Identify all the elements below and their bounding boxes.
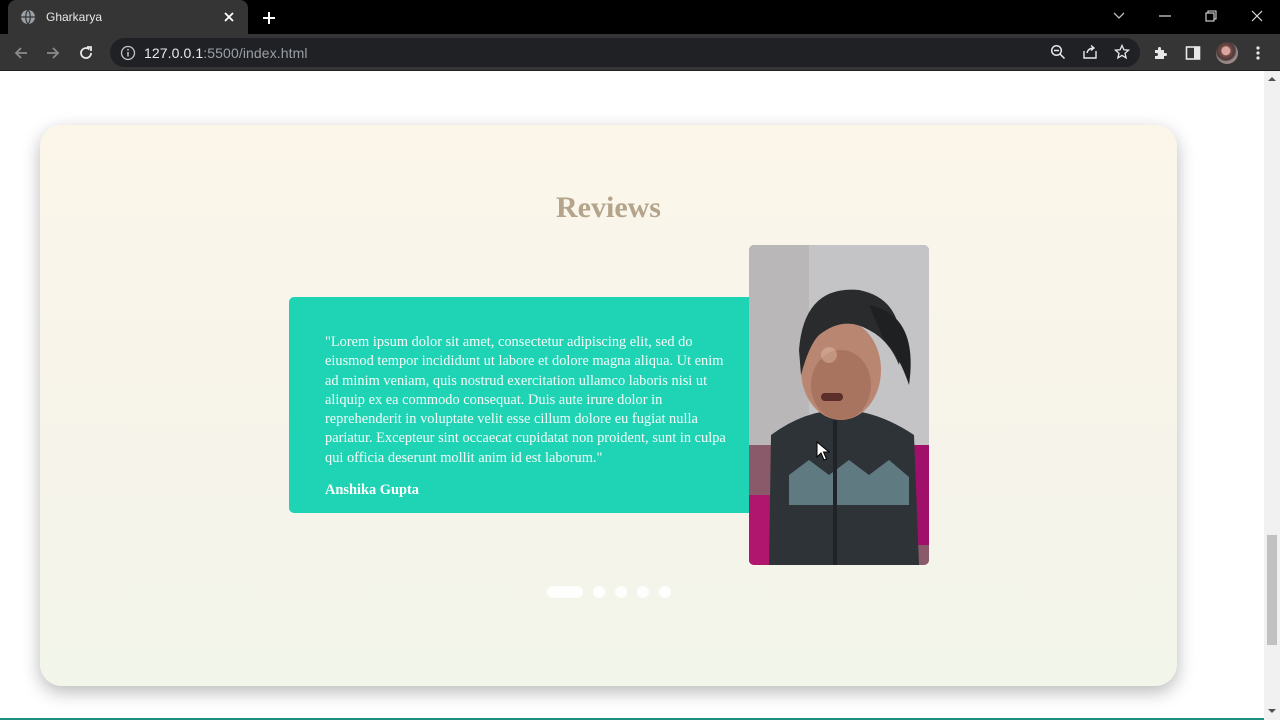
- side-panel-icon[interactable]: [1180, 40, 1206, 66]
- tab-strip: Gharkarya: [0, 0, 1280, 34]
- reviews-section: Reviews "Lorem ipsum dolor sit amet, con…: [40, 125, 1177, 686]
- url-path: :5500/index.html: [203, 44, 308, 61]
- star-icon[interactable]: [1110, 40, 1134, 64]
- minimize-icon[interactable]: [1152, 5, 1178, 27]
- browser-toolbar: 127.0.0.1:5500/index.html: [0, 34, 1280, 71]
- address-bar[interactable]: 127.0.0.1:5500/index.html: [110, 38, 1140, 67]
- slider-dot[interactable]: [658, 586, 671, 598]
- review-author: Anshika Gupta: [325, 482, 419, 499]
- back-icon[interactable]: [8, 40, 34, 66]
- scroll-thumb[interactable]: [1267, 535, 1277, 645]
- reviewer-photo: [749, 245, 929, 565]
- chevron-down-icon[interactable]: [1106, 5, 1132, 27]
- review-text: "Lorem ipsum dolor sit amet, consectetur…: [325, 334, 726, 466]
- share-icon[interactable]: [1078, 40, 1102, 64]
- page-scrollbar[interactable]: [1264, 71, 1280, 720]
- review-card: "Lorem ipsum dolor sit amet, consectetur…: [289, 297, 769, 513]
- extensions-icon[interactable]: [1148, 40, 1174, 66]
- slider-dot[interactable]: [592, 586, 605, 598]
- restore-icon[interactable]: [1198, 5, 1224, 27]
- slider-dot[interactable]: [546, 586, 583, 598]
- reload-icon[interactable]: [73, 40, 99, 66]
- close-icon[interactable]: [220, 8, 238, 26]
- section-title: Reviews: [556, 191, 661, 224]
- globe-icon: [20, 9, 36, 25]
- tab-title: Gharkarya: [46, 10, 103, 24]
- close-icon[interactable]: [1244, 5, 1270, 27]
- page-viewport: Reviews "Lorem ipsum dolor sit amet, con…: [0, 71, 1264, 720]
- scroll-up-icon[interactable]: [1268, 75, 1276, 83]
- browser-tab[interactable]: Gharkarya: [8, 0, 248, 34]
- menu-icon[interactable]: [1245, 40, 1271, 66]
- plus-icon[interactable]: [258, 7, 280, 29]
- cursor-icon: [816, 441, 830, 461]
- url-host: 127.0.0.1: [144, 44, 204, 61]
- zoom-icon[interactable]: [1046, 40, 1070, 64]
- forward-icon[interactable]: [40, 40, 66, 66]
- slider-dot[interactable]: [636, 586, 649, 598]
- info-icon[interactable]: [120, 45, 136, 61]
- profile-avatar[interactable]: [1216, 42, 1238, 64]
- url-text[interactable]: 127.0.0.1:5500/index.html: [144, 45, 308, 61]
- scroll-down-icon[interactable]: [1268, 707, 1276, 715]
- slider-dots: [40, 586, 1177, 598]
- slider-dot[interactable]: [614, 586, 627, 598]
